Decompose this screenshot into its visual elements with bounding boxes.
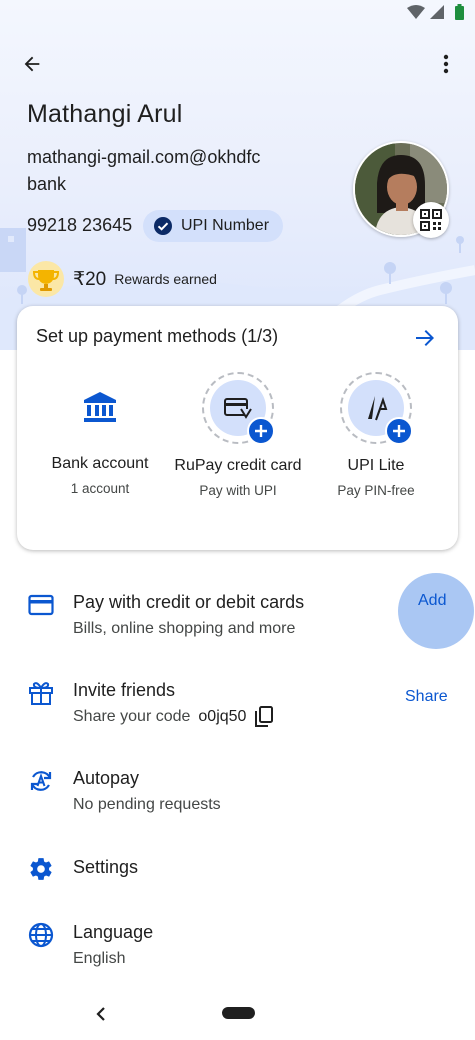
method-title: UPI Lite — [347, 457, 405, 474]
verified-check-icon — [154, 217, 172, 235]
list-item-title: Language — [73, 922, 154, 942]
add-badge — [385, 417, 413, 445]
list-item-title: Autopay — [73, 768, 140, 788]
list-item-autopay[interactable]: Autopay No pending requests — [0, 754, 475, 834]
payment-methods-card: Set up payment methods (1/3) Bank accoun… — [17, 306, 458, 550]
list-item-subtitle: Share your code — [73, 708, 191, 725]
share-button[interactable]: Share — [405, 688, 448, 706]
qr-code-button[interactable] — [413, 202, 449, 238]
phone-number: 99218 23645 — [27, 215, 133, 235]
battery-icon — [455, 4, 464, 20]
list-item-pay-with-cards[interactable]: Pay with credit or debit cards Bills, on… — [0, 578, 475, 658]
list-item-subtitle: No pending requests — [73, 796, 221, 813]
method-rupay-credit-card[interactable]: RuPay credit card Pay with UPI — [173, 372, 303, 501]
upi-lite-icon — [368, 396, 388, 421]
list-item-title: Pay with credit or debit cards — [73, 592, 305, 612]
payment-methods-title: Set up payment methods (1/3) — [36, 326, 279, 346]
method-subtitle: 1 account — [70, 481, 130, 496]
upi-lite-icon-wrap — [340, 372, 413, 445]
method-upi-lite[interactable]: UPI Lite Pay PIN-free — [311, 372, 441, 501]
cellular-icon — [430, 5, 444, 19]
trophy-icon — [28, 261, 64, 297]
list-item-title: Invite friends — [73, 680, 176, 700]
invite-code-row: Share your code o0jq50 — [73, 706, 274, 728]
plus-icon — [393, 425, 405, 437]
bank-icon-wrap — [65, 372, 135, 442]
upi-id[interactable]: mathangi-gmail.com@okhdfc bank — [27, 144, 327, 198]
upi-id-line1: mathangi-gmail.com@okhdfc — [27, 147, 261, 167]
rewards-amount: ₹20 — [73, 268, 107, 290]
credit-card-icon — [224, 398, 252, 419]
credit-card-icon — [28, 594, 54, 616]
rewards-row[interactable]: ₹20 Rewards earned — [27, 260, 217, 298]
list-item-subtitle: Bills, online shopping and more — [73, 620, 296, 637]
bank-icon — [84, 392, 116, 422]
profile-name: Mathangi Arul — [27, 100, 183, 128]
rewards-label: Rewards earned — [114, 271, 217, 287]
arrow-forward-icon[interactable] — [413, 326, 437, 350]
gear-icon — [30, 858, 52, 880]
method-subtitle: Pay PIN-free — [337, 483, 415, 498]
wifi-icon — [407, 5, 425, 19]
nav-back-icon[interactable] — [95, 1006, 107, 1022]
upi-number-label: UPI Number — [181, 217, 270, 234]
list-item-invite-friends[interactable]: Invite friends Share your code o0jq50 Sh… — [0, 666, 475, 746]
invite-code: o0jq50 — [198, 708, 247, 725]
rupay-icon-wrap — [202, 372, 275, 445]
method-title: RuPay credit card — [174, 457, 302, 474]
arrow-back-icon — [24, 56, 40, 72]
add-badge — [247, 417, 275, 445]
more-vert-icon — [443, 54, 449, 74]
plus-icon — [255, 425, 267, 437]
nav-home-pill[interactable] — [222, 1007, 255, 1019]
list-item-subtitle: English — [73, 950, 126, 967]
back-button[interactable] — [16, 48, 48, 80]
list-item-language[interactable]: Language English — [0, 908, 475, 988]
globe-icon — [28, 922, 54, 948]
method-title: Bank account — [51, 455, 149, 472]
gift-icon — [29, 682, 53, 705]
autopay-icon — [30, 771, 52, 791]
add-button[interactable]: Add — [418, 592, 446, 610]
upi-id-line2: bank — [27, 174, 67, 194]
system-nav-bar — [0, 990, 475, 1040]
more-options-button[interactable] — [430, 48, 462, 80]
status-bar — [0, 0, 475, 26]
list-item-title: Settings — [73, 857, 139, 877]
method-subtitle: Pay with UPI — [199, 483, 277, 498]
method-bank-account[interactable]: Bank account 1 account — [35, 372, 165, 499]
copy-icon[interactable] — [254, 706, 274, 728]
qr-code-icon — [420, 209, 442, 231]
upi-number-chip[interactable]: UPI Number — [143, 210, 284, 242]
